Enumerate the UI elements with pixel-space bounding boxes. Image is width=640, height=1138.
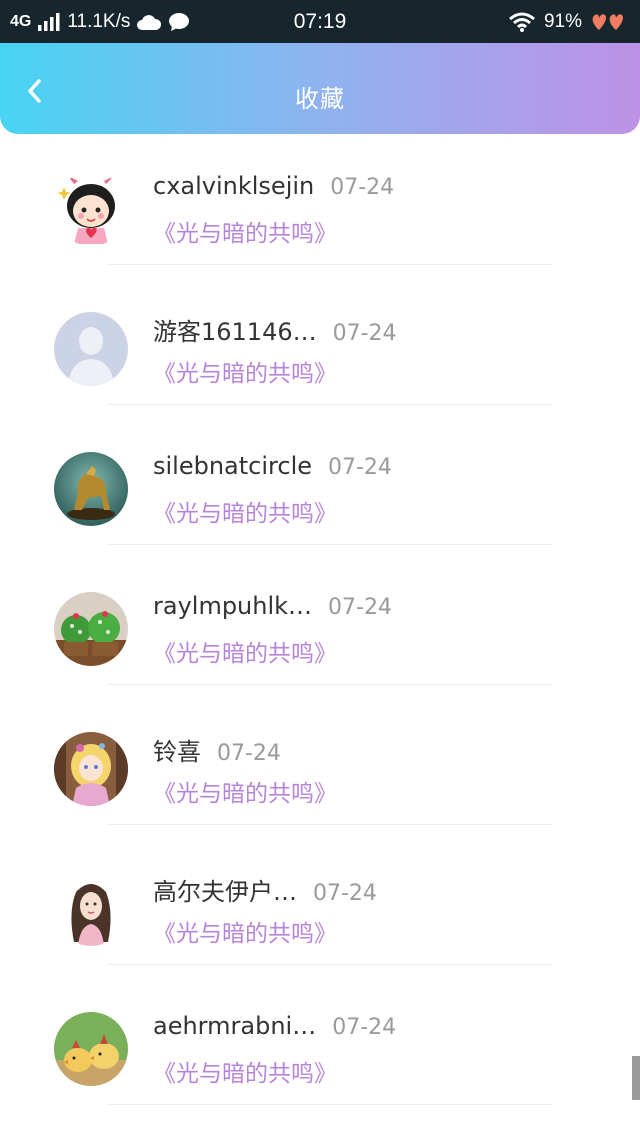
wifi-icon	[509, 12, 535, 32]
network-type: 4G	[10, 12, 32, 30]
user-line: raylmpuhlk… 07-24	[153, 592, 392, 620]
battery-percent: 91%	[543, 10, 582, 32]
work-title-link[interactable]: 《光与暗的共鸣》	[153, 354, 337, 388]
horse-statue-avatar[interactable]	[54, 452, 128, 526]
item-date: 07-24	[330, 175, 395, 200]
divider	[108, 684, 552, 685]
work-title-link[interactable]: 《光与暗的共鸣》	[153, 774, 337, 808]
cloud-icon	[137, 14, 162, 30]
status-bar: 4G 11.1K/s 07:19 91%	[0, 0, 640, 43]
favorites-list: cxalvinklsejin 07-24 《光与暗的共鸣》 游客161146… …	[0, 150, 640, 1130]
user-line: cxalvinklsejin 07-24	[153, 172, 394, 200]
status-left: 4G 11.1K/s	[10, 0, 190, 43]
user-line: 铃喜 07-24	[153, 732, 281, 767]
page-title: 收藏	[295, 85, 345, 113]
chicks-avatar[interactable]	[54, 1012, 128, 1086]
list-item[interactable]: 高尔夫伊户… 07-24 《光与暗的共鸣》	[0, 850, 640, 990]
item-date: 07-24	[332, 1015, 397, 1040]
item-date: 07-24	[328, 455, 392, 480]
user-line: 高尔夫伊户… 07-24	[153, 872, 377, 907]
list-item[interactable]: raylmpuhlk… 07-24 《光与暗的共鸣》	[0, 570, 640, 710]
status-right: 91%	[508, 0, 628, 43]
network-speed: 11.1K/s	[67, 10, 131, 32]
cupcakes-avatar[interactable]	[54, 592, 128, 666]
signal-icon	[38, 12, 60, 31]
username[interactable]: cxalvinklsejin	[153, 172, 314, 200]
battery-heart-icon	[592, 13, 624, 30]
work-title-link[interactable]: 《光与暗的共鸣》	[153, 494, 337, 528]
user-line: 游客161146… 07-24	[153, 312, 397, 347]
list-item[interactable]: 铃喜 07-24 《光与暗的共鸣》	[0, 710, 640, 850]
divider	[108, 824, 552, 825]
item-date: 07-24	[217, 741, 281, 766]
username[interactable]: 铃喜	[153, 732, 201, 767]
username[interactable]: 游客161146…	[153, 312, 317, 347]
list-item[interactable]: aehrmrabni… 07-24 《光与暗的共鸣》	[0, 990, 640, 1130]
scrollbar-thumb[interactable]	[632, 1056, 640, 1100]
item-date: 07-24	[332, 321, 397, 346]
username[interactable]: silebnatcircle	[153, 452, 312, 480]
user-line: aehrmrabni… 07-24	[153, 1012, 396, 1040]
divider	[108, 544, 552, 545]
username[interactable]: raylmpuhlk…	[153, 592, 312, 620]
username[interactable]: 高尔夫伊户…	[153, 872, 297, 907]
message-icon	[169, 12, 190, 31]
divider	[108, 404, 552, 405]
app-header: 收藏	[0, 43, 640, 134]
cartoon-girl-avatar[interactable]	[54, 172, 128, 246]
divider	[108, 264, 552, 265]
anime-girl-avatar[interactable]	[54, 732, 128, 806]
list-item[interactable]: silebnatcircle 07-24 《光与暗的共鸣》	[0, 430, 640, 570]
list-item[interactable]: cxalvinklsejin 07-24 《光与暗的共鸣》	[0, 150, 640, 290]
list-item[interactable]: 游客161146… 07-24 《光与暗的共鸣》	[0, 290, 640, 430]
work-title-link[interactable]: 《光与暗的共鸣》	[153, 914, 337, 948]
illustrated-woman-avatar[interactable]	[54, 872, 128, 946]
divider	[108, 1104, 552, 1105]
work-title-link[interactable]: 《光与暗的共鸣》	[153, 214, 337, 248]
default-user-avatar[interactable]	[54, 312, 128, 386]
user-line: silebnatcircle 07-24	[153, 452, 392, 480]
divider	[108, 964, 552, 965]
item-date: 07-24	[313, 881, 377, 906]
item-date: 07-24	[328, 595, 392, 620]
work-title-link[interactable]: 《光与暗的共鸣》	[153, 634, 337, 668]
username[interactable]: aehrmrabni…	[153, 1012, 316, 1040]
work-title-link[interactable]: 《光与暗的共鸣》	[153, 1054, 337, 1088]
